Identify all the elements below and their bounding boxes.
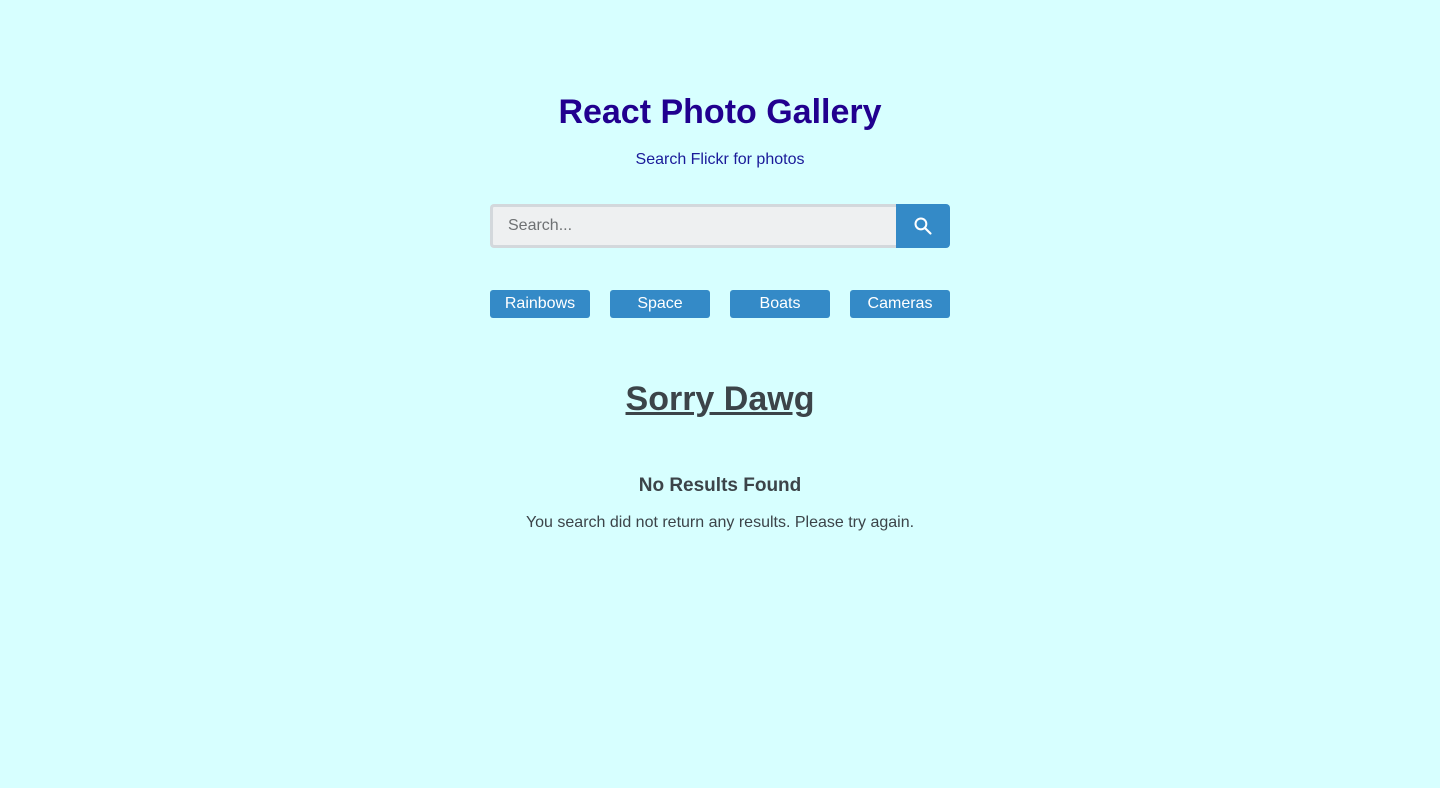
no-results-message: You search did not return any results. P… (525, 514, 915, 531)
search-form (490, 204, 950, 248)
nav-button-space[interactable]: Space (610, 290, 710, 318)
nav-button-cameras[interactable]: Cameras (850, 290, 950, 318)
search-input[interactable] (490, 204, 897, 248)
results-heading-text: Sorry Dawg (625, 380, 815, 418)
results-heading: Sorry Dawg (0, 378, 1440, 420)
search-icon (914, 217, 932, 235)
topic-nav: Rainbows Space Boats Cameras (490, 290, 950, 318)
nav-button-boats[interactable]: Boats (730, 290, 830, 318)
page-subtitle: Search Flickr for photos (635, 151, 805, 168)
search-button[interactable] (896, 204, 950, 248)
page: React Photo Gallery Search Flickr for ph… (0, 0, 1440, 788)
no-results-title: No Results Found (638, 475, 802, 496)
page-title: React Photo Gallery (558, 93, 882, 131)
nav-button-rainbows[interactable]: Rainbows (490, 290, 590, 318)
